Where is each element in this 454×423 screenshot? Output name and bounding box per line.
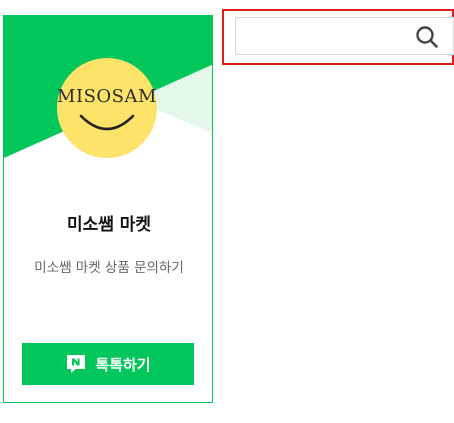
search-button[interactable] [414,24,440,50]
page: MISOSAM 미소쌤 마켓 미소쌤 마켓 상품 문의하기 톡톡하기 [0,0,454,423]
card-description: 미소쌤 마켓 상품 문의하기 [34,260,184,276]
talk-button[interactable]: 톡톡하기 [22,343,194,385]
search-box [235,17,454,55]
naver-n-chat-icon [67,355,86,373]
card-title: 미소쌤 마켓 [66,215,152,235]
search-icon [416,26,438,48]
talk-card: MISOSAM 미소쌤 마켓 미소쌤 마켓 상품 문의하기 톡톡하기 [3,15,213,403]
smile-icon [79,114,135,131]
search-input[interactable] [236,18,406,54]
logo-text: MISOSAM [57,86,157,107]
talk-button-label: 톡톡하기 [95,355,151,374]
brand-logo: MISOSAM [57,58,157,158]
